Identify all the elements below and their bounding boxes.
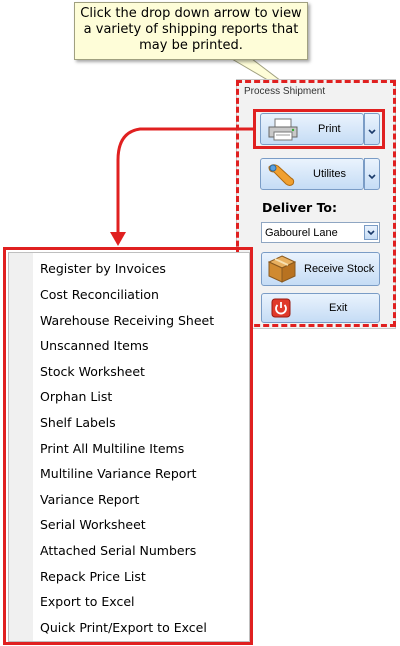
chevron-down-icon — [368, 165, 376, 184]
deliver-to-label: Deliver To: — [262, 200, 338, 215]
callout-line-3: may be printed. — [139, 38, 243, 53]
power-icon — [271, 298, 291, 318]
menu-item-cost-reconciliation[interactable]: Cost Reconciliation — [40, 285, 159, 305]
print-dropdown-arrow[interactable] — [364, 113, 380, 145]
printer-icon — [266, 117, 300, 141]
receive-stock-label: Receive Stock — [304, 263, 375, 275]
callout-line-2: a variety of shipping reports that — [83, 22, 299, 37]
menu-item-serial-worksheet[interactable]: Serial Worksheet — [40, 515, 146, 535]
utilities-dropdown-arrow[interactable] — [364, 158, 380, 190]
print-button-label: Print — [318, 123, 341, 135]
panel-title: Process Shipment — [244, 86, 326, 97]
menu-item-register-by-invoices[interactable]: Register by Invoices — [40, 259, 166, 279]
exit-button[interactable]: Exit — [261, 293, 380, 323]
menu-item-unscanned-items[interactable]: Unscanned Items — [40, 336, 149, 356]
menu-item-print-all-multiline-items[interactable]: Print All Multiline Items — [40, 439, 184, 459]
chevron-down-icon — [368, 120, 376, 139]
menu-item-warehouse-receiving-sheet[interactable]: Warehouse Receiving Sheet — [40, 311, 214, 331]
menu-item-repack-price-list[interactable]: Repack Price List — [40, 567, 146, 587]
menu-item-stock-worksheet[interactable]: Stock Worksheet — [40, 362, 145, 382]
deliver-to-value: Gabourel Lane — [265, 226, 338, 239]
chevron-down-icon[interactable] — [364, 225, 378, 240]
menu-item-orphan-list[interactable]: Orphan List — [40, 387, 112, 407]
box-icon — [266, 254, 298, 284]
utilities-button-label: Utilites — [313, 168, 347, 180]
exit-button-label: Exit — [329, 302, 348, 314]
callout-line-1: Click the drop down arrow to view — [80, 6, 302, 21]
menu-item-variance-report[interactable]: Variance Report — [40, 490, 139, 510]
menu-item-attached-serial-numbers[interactable]: Attached Serial Numbers — [40, 541, 196, 561]
utilities-button[interactable]: Utilites — [260, 158, 364, 190]
instruction-callout: Click the drop down arrow to view a vari… — [74, 2, 308, 60]
menu-item-shelf-labels[interactable]: Shelf Labels — [40, 413, 116, 433]
menu-item-quick-print-export-to-excel[interactable]: Quick Print/Export to Excel — [40, 618, 207, 638]
print-button[interactable]: Print — [260, 113, 364, 145]
receive-stock-button[interactable]: Receive Stock — [261, 252, 380, 286]
wrench-icon — [265, 161, 299, 187]
menu-item-multiline-variance-report[interactable]: Multiline Variance Report — [40, 464, 197, 484]
deliver-to-select[interactable]: Gabourel Lane — [261, 222, 380, 243]
menu-icon-gutter — [9, 253, 33, 641]
menu-item-export-to-excel[interactable]: Export to Excel — [40, 592, 135, 612]
